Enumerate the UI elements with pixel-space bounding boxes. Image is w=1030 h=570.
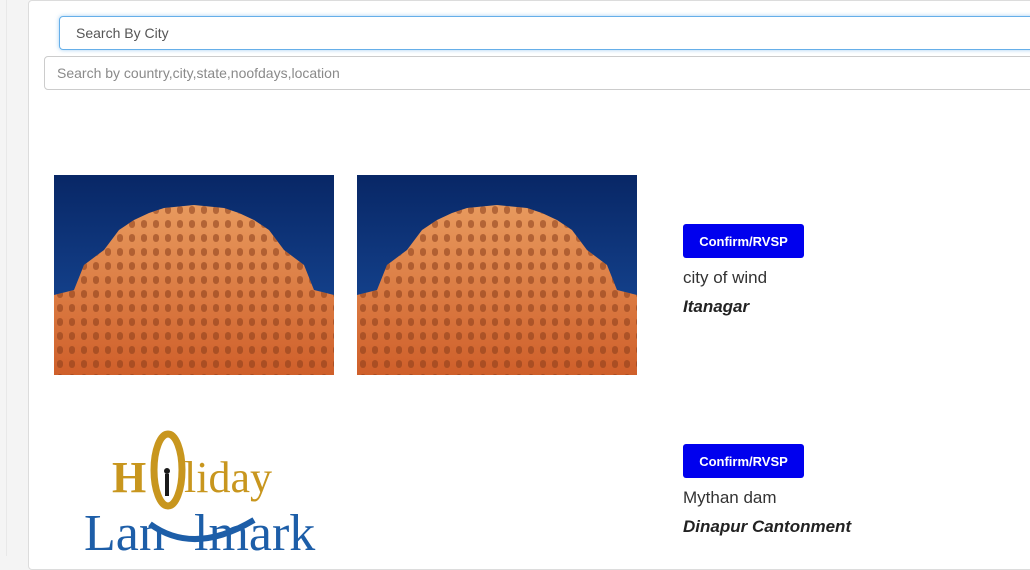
listing-city: Itanagar [683,297,750,316]
confirm-rvsp-button[interactable]: Confirm/RVSP [683,444,804,478]
listing-city: Dinapur Cantonment [683,517,852,536]
listing-description: Mythan dam [683,488,777,507]
svg-text:H: H [112,453,146,502]
search-by-city-input[interactable] [59,16,1030,50]
confirm-rvsp-button[interactable]: Confirm/RVSP [683,224,804,258]
listing-description: city of wind [683,268,768,287]
hawa-mahal-image-1[interactable] [54,175,334,375]
search-by-multiple-input[interactable] [44,56,1030,90]
holiday-landmark-logo[interactable]: H liday Lan lmark [84,428,324,562]
hawa-mahal-image-2[interactable] [357,175,637,375]
page-divider [6,0,7,556]
svg-text:Lan: Lan [84,505,165,556]
svg-text:liday: liday [184,453,272,502]
svg-text:lmark: lmark [194,505,315,556]
